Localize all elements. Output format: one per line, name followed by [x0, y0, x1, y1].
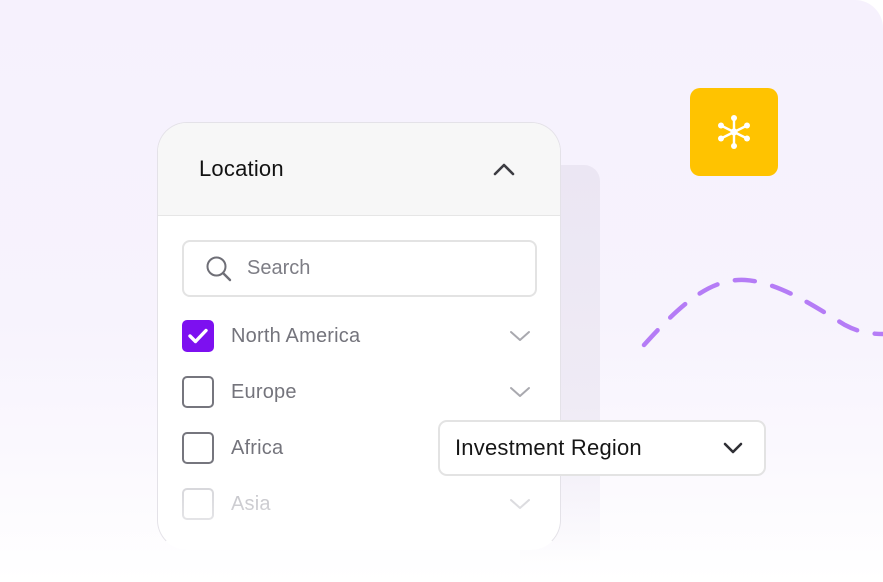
option-label: North America	[231, 324, 361, 347]
checkbox-europe[interactable]	[182, 376, 214, 408]
chevron-down-icon[interactable]	[509, 385, 531, 399]
option-asia[interactable]: Asia	[182, 487, 537, 521]
option-label: Asia	[231, 492, 271, 515]
search-field[interactable]	[182, 240, 537, 297]
decorative-dashed-wave	[641, 277, 883, 348]
option-label: Europe	[231, 380, 297, 403]
network-hub-icon	[718, 115, 750, 149]
chevron-down-icon[interactable]	[509, 497, 531, 511]
chevron-down-icon[interactable]	[509, 329, 531, 343]
chevron-up-icon[interactable]	[492, 161, 516, 177]
checkmark-icon	[188, 328, 208, 344]
search-input[interactable]	[247, 257, 507, 280]
checkbox-africa[interactable]	[182, 432, 214, 464]
option-europe[interactable]: Europe	[182, 375, 537, 409]
checkbox-asia[interactable]	[182, 488, 214, 520]
investment-region-label: Investment Region	[455, 435, 642, 460]
location-filter-panel: Location North America Europe Africa	[157, 122, 561, 550]
location-panel-title: Location	[199, 156, 284, 181]
hub-badge	[690, 88, 778, 176]
search-icon	[206, 256, 232, 281]
checkbox-north-america[interactable]	[182, 320, 214, 352]
option-north-america[interactable]: North America	[182, 319, 537, 353]
chevron-down-icon	[723, 442, 743, 454]
investment-region-select[interactable]: Investment Region	[438, 420, 766, 476]
location-panel-header[interactable]: Location	[158, 123, 560, 216]
